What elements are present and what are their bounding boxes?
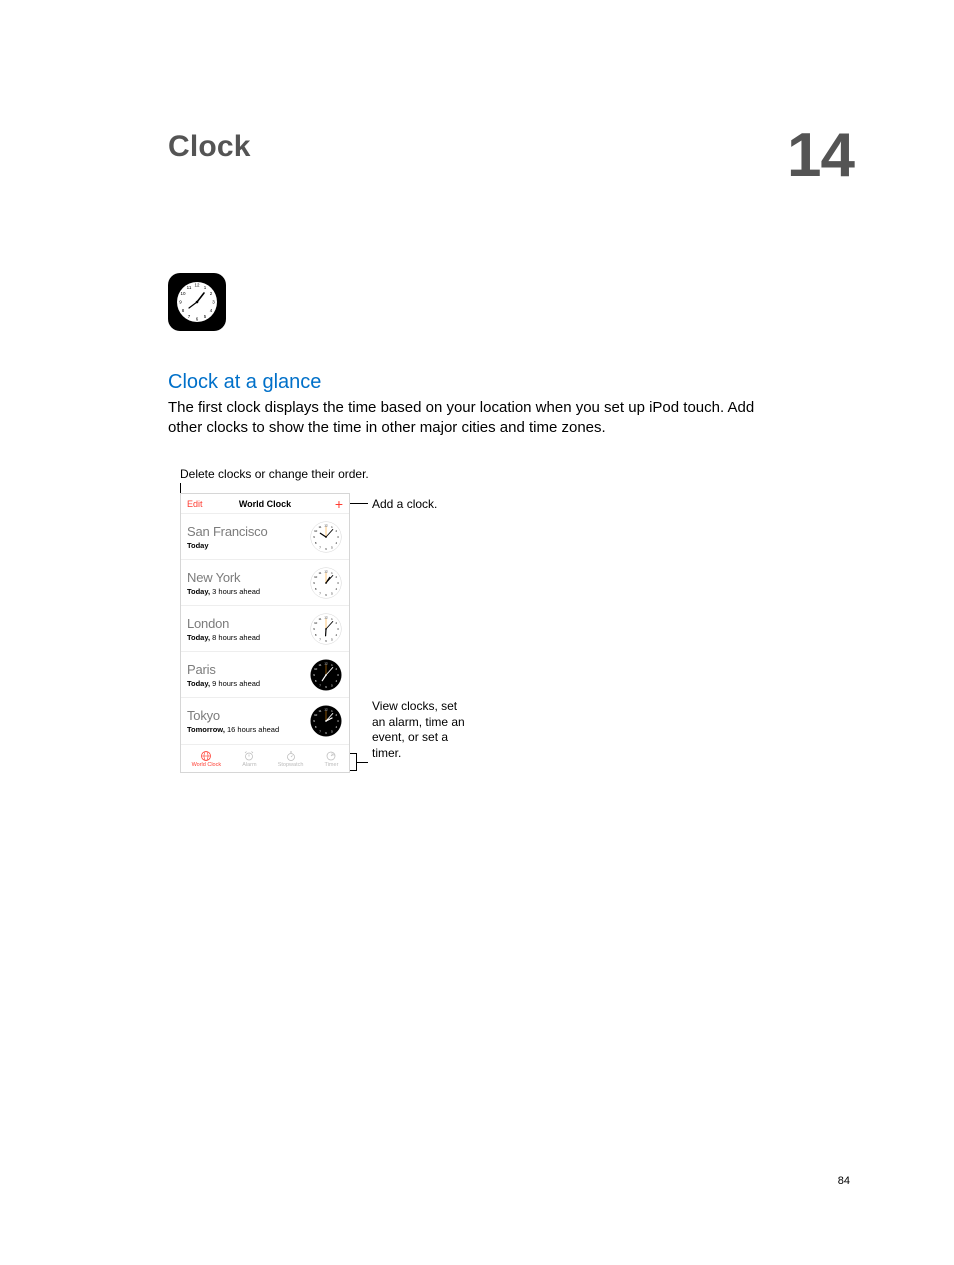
city-name: San Francisco [187, 524, 268, 539]
alarm-icon [243, 749, 255, 761]
edit-button[interactable]: Edit [187, 499, 203, 509]
tab-label: World Clock [192, 762, 222, 768]
city-name: Paris [187, 662, 260, 677]
svg-text:10: 10 [314, 713, 318, 717]
svg-text:12: 12 [324, 707, 328, 711]
clock-row[interactable]: London Today, 8 hours ahead 123456789101… [181, 606, 349, 652]
clock-row[interactable]: Paris Today, 9 hours ahead 1234567891011… [181, 652, 349, 698]
stopwatch-icon [285, 749, 297, 761]
svg-text:10: 10 [314, 621, 318, 625]
callout-edit-label: Delete clocks or change their order. [180, 467, 369, 481]
phone-screenshot: Edit World Clock + San Francisco Today 1… [180, 493, 350, 773]
tab-timer[interactable]: Timer [325, 749, 339, 768]
city-name: London [187, 616, 260, 631]
world-clock-icon [200, 749, 212, 761]
svg-text:12: 12 [324, 615, 328, 619]
svg-text:10: 10 [314, 529, 318, 533]
svg-text:12: 12 [324, 569, 328, 573]
tab-label: Alarm [242, 762, 256, 768]
svg-text:10: 10 [180, 291, 186, 296]
tab-world-clock[interactable]: World Clock [192, 749, 222, 768]
svg-text:11: 11 [319, 570, 322, 574]
tab-label: Timer [325, 762, 339, 768]
svg-text:11: 11 [187, 285, 192, 290]
callout-line [357, 762, 368, 763]
city-sub: Today, 3 hours ahead [187, 587, 260, 596]
city-name: Tokyo [187, 708, 279, 723]
chapter-title: Clock [168, 130, 251, 164]
tab-label: Stopwatch [278, 762, 304, 768]
svg-text:12: 12 [324, 661, 328, 665]
clock-row[interactable]: Tokyo Tomorrow, 16 hours ahead 123456789… [181, 698, 349, 744]
svg-text:12: 12 [324, 523, 328, 527]
svg-text:11: 11 [319, 616, 322, 620]
mini-clock-icon: 123456789101112 [309, 566, 343, 600]
svg-text:11: 11 [319, 709, 322, 713]
svg-text:10: 10 [314, 667, 318, 671]
app-icon: 12 1 2 3 4 5 6 7 8 9 10 11 [168, 273, 854, 331]
clock-icon: 12 1 2 3 4 5 6 7 8 9 10 11 [173, 278, 221, 326]
section-body: The first clock displays the time based … [168, 398, 788, 439]
city-sub: Today, 9 hours ahead [187, 679, 260, 688]
svg-text:10: 10 [314, 575, 318, 579]
callout-tabs-label: View clocks, set an alarm, time an event… [372, 699, 472, 761]
section-title: Clock at a glance [168, 371, 854, 394]
timer-icon [325, 749, 337, 761]
add-button[interactable]: + [335, 497, 343, 511]
callout-tick [180, 483, 181, 493]
mini-clock-icon: 123456789101112 [309, 658, 343, 692]
city-name: New York [187, 570, 260, 585]
clock-row[interactable]: San Francisco Today 123456789101112 [181, 514, 349, 560]
callout-add-label: Add a clock. [372, 497, 437, 513]
mini-clock-icon: 123456789101112 [309, 704, 343, 738]
phone-navbar: Edit World Clock + [181, 494, 349, 514]
mini-clock-icon: 123456789101112 [309, 520, 343, 554]
page-number: 84 [838, 1175, 850, 1187]
clock-row[interactable]: New York Today, 3 hours ahead 1234567891… [181, 560, 349, 606]
tab-alarm[interactable]: Alarm [242, 749, 256, 768]
chapter-number: 14 [787, 130, 854, 183]
callout-bracket [350, 753, 357, 771]
city-sub: Tomorrow, 16 hours ahead [187, 725, 279, 734]
mini-clock-icon: 123456789101112 [309, 612, 343, 646]
tab-bar: World Clock Alarm Stopwatch Timer [181, 744, 349, 772]
city-sub: Today, 8 hours ahead [187, 633, 260, 642]
tab-stopwatch[interactable]: Stopwatch [278, 749, 304, 768]
svg-text:12: 12 [194, 282, 200, 287]
svg-text:11: 11 [319, 524, 322, 528]
callout-line [350, 503, 368, 504]
city-sub: Today [187, 541, 268, 550]
svg-text:11: 11 [319, 662, 322, 666]
nav-title: World Clock [239, 499, 291, 509]
chapter-header: Clock 14 [168, 130, 854, 183]
